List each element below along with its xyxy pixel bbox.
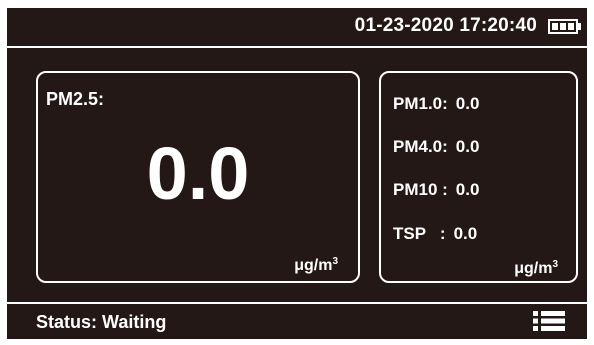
list-menu-icon[interactable] xyxy=(533,310,565,332)
header-bar: 01-23-2020 17:20:40 xyxy=(7,8,587,46)
reading-pm1: PM1.0: 0.0 xyxy=(393,94,479,114)
reading-label: TSP : xyxy=(393,224,446,243)
reading-pm4: PM4.0: 0.0 xyxy=(393,137,479,157)
header-divider xyxy=(7,46,587,48)
reading-value: 0.0 xyxy=(455,94,480,113)
pm25-unit-exponent: 3 xyxy=(332,256,338,267)
reading-label: PM1.0: xyxy=(393,94,448,113)
pm25-unit-base: μg/m xyxy=(294,257,333,274)
particle-readings-panel: PM1.0: 0.0 PM4.0: 0.0 PM10 : 0.0 TSP : 0.0 μ… xyxy=(379,71,578,283)
reading-pm10: PM10 : 0.0 xyxy=(393,180,479,200)
reading-value: 0.0 xyxy=(455,180,480,199)
reading-value: 0.0 xyxy=(455,137,480,156)
pm25-unit: μg/m3 xyxy=(294,256,338,275)
readings-unit-exponent: 3 xyxy=(552,259,558,270)
readings-unit: μg/m3 xyxy=(514,259,558,278)
device-screen: 01-23-2020 17:20:40 PM2.5: 0.0 μg/m3 PM1… xyxy=(7,8,587,339)
datetime-display: 01-23-2020 17:20:40 xyxy=(354,15,537,36)
pm25-value: 0.0 xyxy=(146,132,250,215)
readings-unit-base: μg/m xyxy=(514,260,553,277)
reading-tsp: TSP : 0.0 xyxy=(393,224,477,244)
pm25-panel: PM2.5: 0.0 μg/m3 xyxy=(36,71,360,283)
reading-value: 0.0 xyxy=(453,224,478,243)
reading-label: PM4.0: xyxy=(393,137,448,156)
footer-bar: Status: Waiting xyxy=(7,304,587,339)
battery-full-icon xyxy=(548,19,581,34)
reading-label: PM10 : xyxy=(393,180,448,199)
status-text: Status: Waiting xyxy=(36,312,167,332)
pm25-label: PM2.5: xyxy=(46,89,105,109)
